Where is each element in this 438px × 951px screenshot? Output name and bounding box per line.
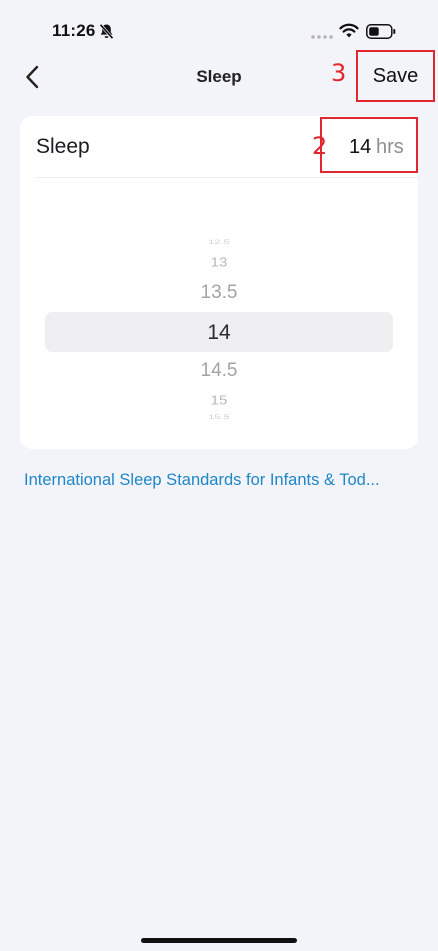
nav-bar: Sleep 3 Save: [0, 50, 438, 104]
bell-slash-icon: [99, 23, 114, 40]
picker-option[interactable]: 15.5: [20, 413, 418, 420]
sleep-value[interactable]: 14 hrs: [320, 117, 418, 173]
sleep-hours-picker[interactable]: 12.5 13 13.5 14 14.5 15 15.5: [20, 236, 418, 426]
picker-option[interactable]: 13.5: [20, 282, 418, 304]
wifi-icon: [339, 23, 359, 38]
status-time: 11:26: [52, 21, 96, 40]
sleep-row[interactable]: Sleep 2 14 hrs: [36, 116, 418, 178]
sleep-card: Sleep 2 14 hrs 12.5 13 13.5 14 14.5 15 1…: [20, 116, 418, 449]
picker-option[interactable]: 14.5: [20, 360, 418, 382]
sleep-value-number: 14: [349, 136, 372, 158]
signal-dots-icon: [311, 35, 333, 39]
sleep-standards-link[interactable]: International Sleep Standards for Infant…: [24, 471, 424, 490]
battery-icon: [366, 24, 396, 39]
save-button[interactable]: Save: [356, 50, 435, 102]
home-indicator: [141, 938, 297, 943]
sleep-label: Sleep: [36, 135, 90, 158]
annotation-number-3: 3: [331, 59, 347, 87]
sleep-value-unit: hrs: [376, 136, 404, 158]
picker-option[interactable]: 13: [20, 255, 418, 269]
picker-option-selected[interactable]: 14: [20, 321, 418, 345]
picker-option[interactable]: 15: [20, 393, 418, 407]
picker-option[interactable]: 12.5: [20, 238, 418, 245]
